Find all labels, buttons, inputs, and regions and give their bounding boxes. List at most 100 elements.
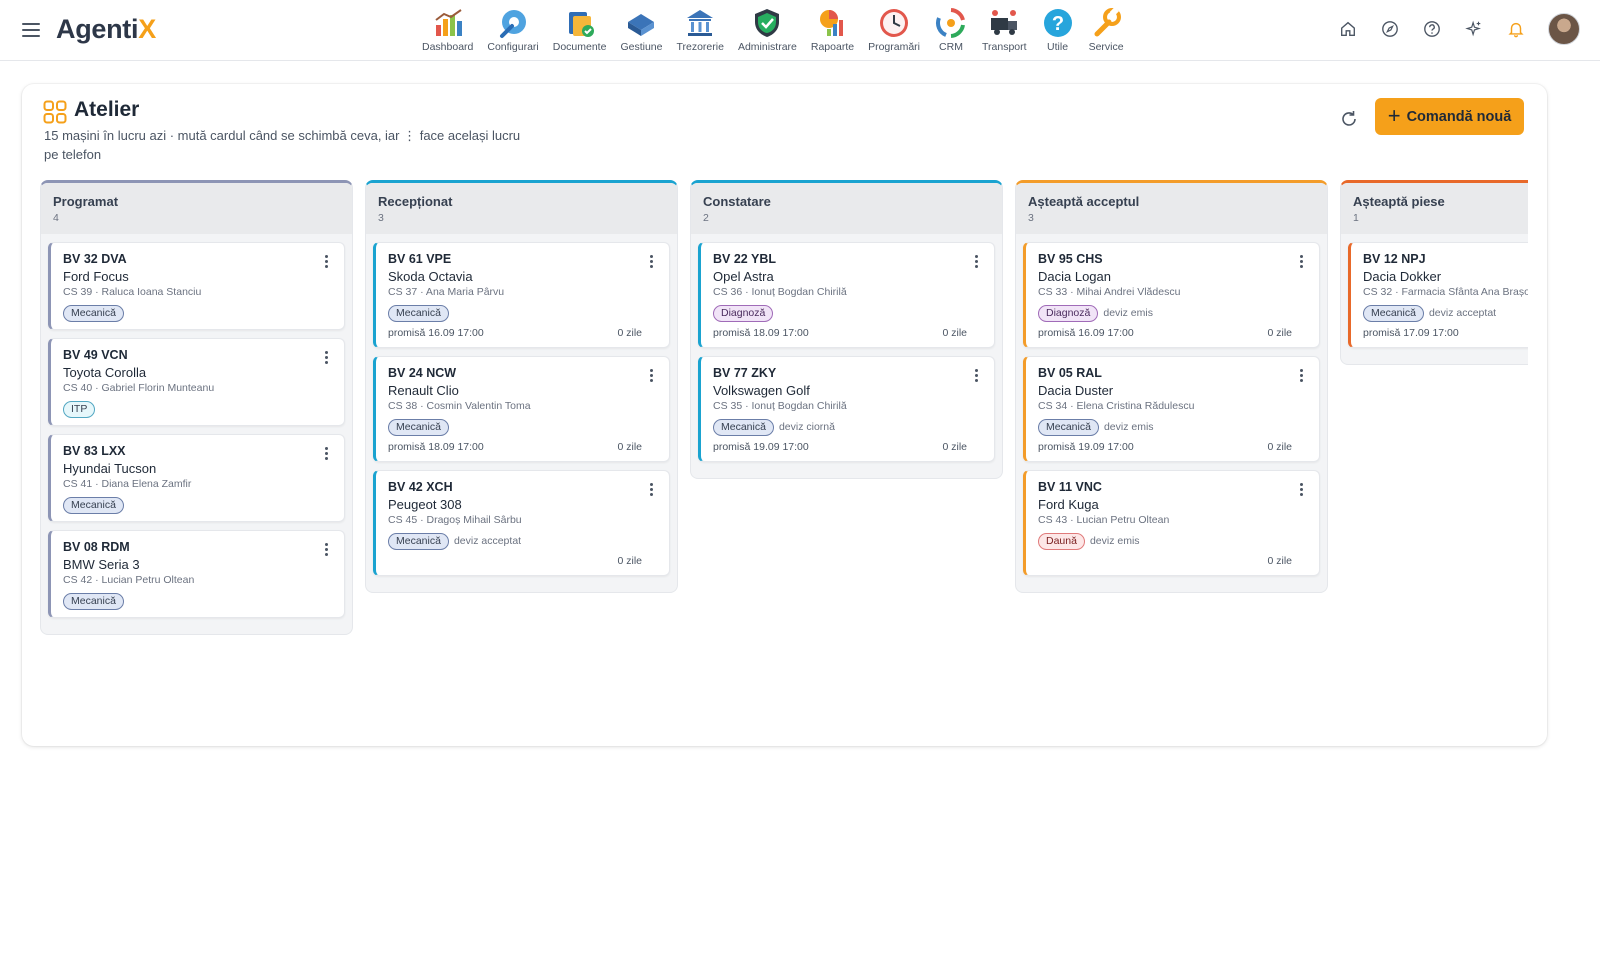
car-model: Hyundai Tucson [63,461,157,476]
vehicle-card[interactable]: BV 42 XCH Peugeot 308 CS 45 · Dragoș Mihai… [373,470,670,576]
compass-icon[interactable] [1380,19,1400,39]
column-body: BV 12 NPJ Dacia Dokker CS 32 · Farmacia Sf… [1341,234,1528,364]
card-tags: Daună deviz emis [1038,532,1308,550]
license-plate: BV 22 YBL [713,252,776,266]
kanban-column: Așteaptă acceptul 3 BV 95 CHS Dacia Logan CS… [1015,180,1328,593]
sparkle-icon[interactable] [1464,19,1484,39]
days-in-shop: 0 zile [617,441,642,453]
more-options-icon[interactable] [319,444,333,462]
vehicle-card[interactable]: BV 24 NCW Renault Clio CS 38 · Cosmin Vale… [373,356,670,462]
card-meta: CS 35 · Ionuț Bogdan Chirilă [713,400,847,412]
nav-documente[interactable]: Documente [546,6,614,53]
category-tag: ITP [63,400,96,418]
refresh-icon[interactable] [1338,108,1360,130]
bell-icon[interactable] [1506,19,1526,39]
more-options-icon[interactable] [319,252,333,270]
column-title: Așteaptă piese [1353,194,1445,209]
nav-label: CRM [939,41,963,53]
card-meta: CS 36 · Ionuț Bogdan Chirilă [713,286,847,298]
vehicle-card[interactable]: BV 08 RDM BMW Seria 3 CS 42 · Lucian Petru… [48,530,345,618]
crm-icon [936,8,965,38]
help-icon[interactable] [1422,19,1442,39]
license-plate: BV 24 NCW [388,366,457,380]
nav-administrare[interactable]: Administrare [731,6,804,53]
card-footer: promisă 16.09 17:00 0 zile [388,327,658,339]
license-plate: BV 11 VNC [1038,480,1102,494]
app-logo[interactable]: AgentiX [56,14,156,45]
vehicle-card[interactable]: BV 49 VCN Toyota Corolla CS 40 · Gabriel F… [48,338,345,426]
page-title: Atelier [74,98,140,121]
nav-label: Utile [1047,41,1069,53]
svg-text:?: ? [1051,13,1063,35]
more-options-icon[interactable] [319,540,333,558]
clock-icon [880,9,909,37]
atelier-panel: Atelier 15 mașini în lucru azi · mută ca… [22,84,1547,746]
more-options-icon[interactable] [1294,252,1308,270]
vehicle-card[interactable]: BV 83 LXX Hyundai Tucson CS 41 · Diana Ele… [48,434,345,522]
nav-programari[interactable]: Programări [861,6,927,53]
new-order-button[interactable]: + Comandă nouă [1375,98,1524,135]
more-options-icon[interactable] [969,252,983,270]
more-options-icon[interactable] [644,252,658,270]
kanban-column: Așteaptă piese 1 BV 12 NPJ Dacia Dokker CS 3… [1340,180,1528,365]
nav-transport[interactable]: Transport [975,6,1034,53]
license-plate: BV 05 RAL [1038,366,1102,380]
vehicle-card[interactable]: BV 22 YBL Opel Astra CS 36 · Ionuț Bogdan … [698,242,995,348]
nav-label: Trezorerie [676,41,724,53]
license-plate: BV 32 DVA [63,252,127,266]
vehicle-card[interactable]: BV 32 DVA Ford Focus CS 39 · Raluca Ioana … [48,242,345,330]
column-title: Constatare [703,194,771,209]
nav-configurari[interactable]: Configurari [480,6,545,53]
nav-label: Service [1088,41,1124,53]
more-options-icon[interactable] [644,366,658,384]
column-count: 4 [53,212,59,224]
column-body: BV 22 YBL Opel Astra CS 36 · Ionuț Bogdan … [691,234,1002,478]
license-plate: BV 95 CHS [1038,252,1103,266]
promised-date: promisă 19.09 17:00 [1038,441,1134,453]
vehicle-card[interactable]: BV 12 NPJ Dacia Dokker CS 32 · Farmacia Sf… [1348,242,1528,348]
more-options-icon[interactable] [319,348,333,366]
quote-status: deviz acceptat [453,535,522,547]
top-bar: AgentiX Dashboard Configurari Documente [0,0,1600,61]
nav-dashboard[interactable]: Dashboard [415,6,480,53]
vehicle-card[interactable]: BV 95 CHS Dacia Logan CS 33 · Mihai Andrei… [1023,242,1320,348]
card-tags: Mecanică [63,304,333,322]
promised-date: promisă 16.09 17:00 [388,327,484,339]
vehicle-card[interactable]: BV 77 ZKY Volkswagen Golf CS 35 · Ionuț Bo… [698,356,995,462]
dashboard-icon [435,9,462,36]
more-options-icon[interactable] [1294,480,1308,498]
column-body: BV 32 DVA Ford Focus CS 39 · Raluca Ioana … [41,234,352,634]
more-options-icon[interactable] [969,366,983,384]
car-model: Toyota Corolla [63,365,147,380]
home-icon[interactable] [1338,19,1358,39]
card-tags: Mecanică deviz acceptat [388,532,658,550]
quote-status: deviz emis [1103,421,1154,433]
quote-status: deviz acceptat [1428,307,1497,319]
column-header: Așteaptă piese 1 [1341,183,1528,234]
promised-date: promisă 19.09 17:00 [713,441,809,453]
vehicle-card[interactable]: BV 05 RAL Dacia Duster CS 34 · Elena Crist… [1023,356,1320,462]
avatar[interactable] [1548,13,1580,45]
vehicle-card[interactable]: BV 61 VPE Skoda Octavia CS 37 · Ana Maria … [373,242,670,348]
menu-icon[interactable] [20,19,42,41]
more-options-icon[interactable] [644,480,658,498]
vehicle-card[interactable]: BV 11 VNC Ford Kuga CS 43 · Lucian Petru O… [1023,470,1320,576]
more-options-icon[interactable] [1294,366,1308,384]
kanban-column: Constatare 2 BV 22 YBL Opel Astra CS 36 · Io… [690,180,1003,479]
nav-label: Rapoarte [810,41,855,53]
nav-crm[interactable]: CRM [927,6,975,53]
nav-trezorerie[interactable]: Trezorerie [669,6,730,53]
card-footer: 0 zile [388,555,658,567]
nav-gestiune[interactable]: Gestiune [613,6,669,53]
card-footer: promisă 16.09 17:00 0 zile [1038,327,1308,339]
nav-rapoarte[interactable]: Rapoarte [804,6,861,53]
nav-utile[interactable]: ? Utile [1034,6,1082,53]
category-tag: Mecanică [1363,304,1424,322]
card-footer: promisă 18.09 17:00 0 zile [713,327,983,339]
category-tag: Mecanică [63,592,124,610]
column-body: BV 61 VPE Skoda Octavia CS 37 · Ana Maria … [366,234,677,592]
nav-service[interactable]: Service [1082,6,1131,53]
car-model: Peugeot 308 [388,497,462,512]
card-tags: Mecanică [63,592,333,610]
column-body: BV 95 CHS Dacia Logan CS 33 · Mihai Andrei… [1016,234,1327,592]
